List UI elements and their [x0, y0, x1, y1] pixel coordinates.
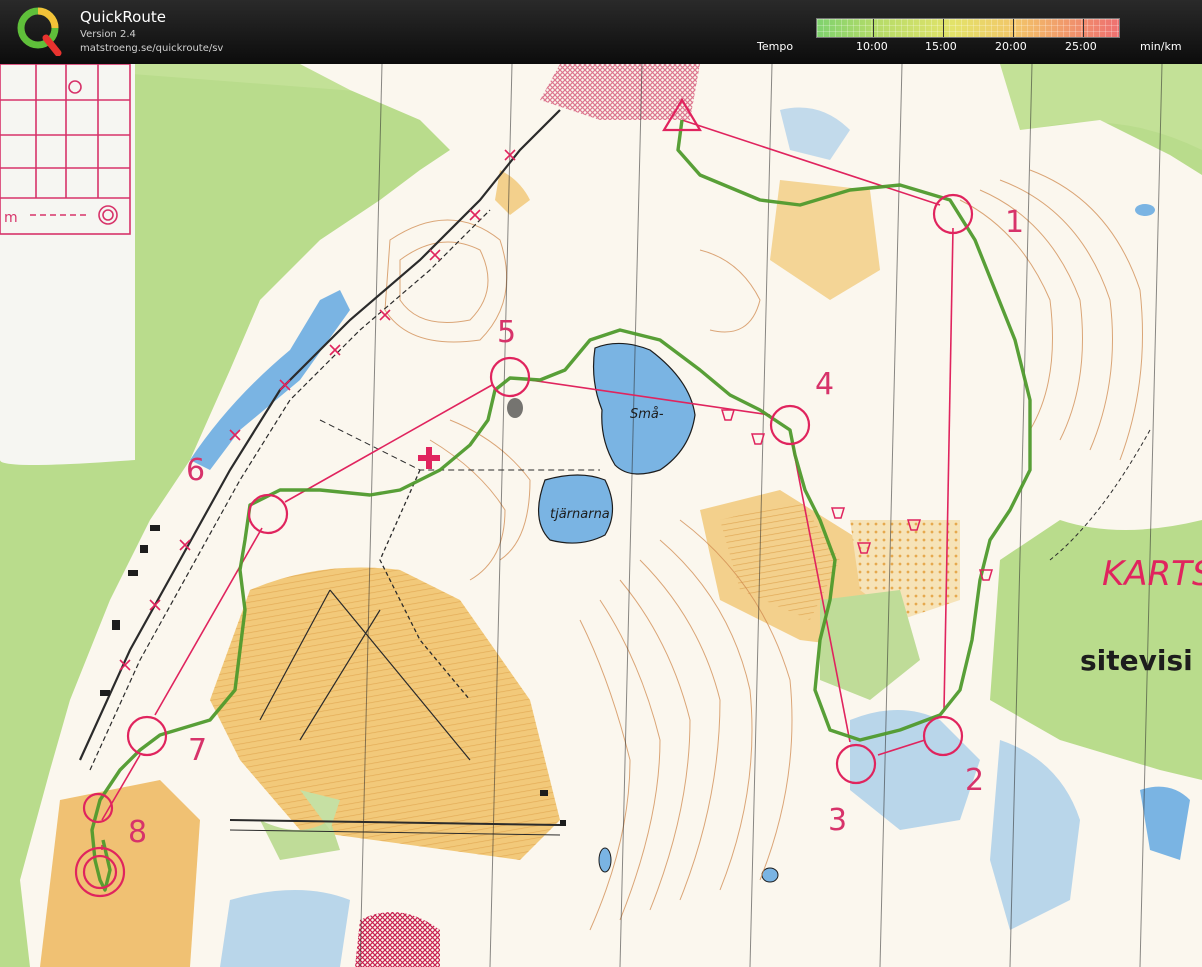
orienteering-map[interactable]: m 1 2 3 4 5 6 7 8 Små- tjärnarna KART si…: [0, 64, 1202, 967]
tempo-color-scale: [816, 18, 1120, 38]
control-number-4: 4: [815, 367, 834, 402]
tempo-tick-label: 10:00: [856, 40, 888, 53]
tempo-tick-label: 25:00: [1065, 40, 1097, 53]
tempo-label: Tempo: [757, 40, 794, 53]
quickroute-logo-icon: [17, 7, 62, 56]
app-version: Version 2.4: [80, 29, 136, 40]
app-url: matstroeng.se/quickroute/sv: [80, 43, 224, 54]
control-number-5: 5: [497, 315, 516, 350]
control-number-3: 3: [828, 803, 847, 838]
legend-label: m: [4, 210, 18, 226]
app-title: QuickRoute: [80, 8, 166, 26]
control-number-8: 8: [128, 815, 147, 850]
tempo-tick-label: 15:00: [925, 40, 957, 53]
control-number-2: 2: [965, 763, 984, 798]
tempo-unit: min/km: [1140, 40, 1182, 53]
tempo-tick-label: 20:00: [995, 40, 1027, 53]
legend-card: m: [0, 64, 135, 465]
app-header: QuickRoute Version 2.4 matstroeng.se/qui…: [0, 0, 1202, 64]
map-canvas[interactable]: m 1 2 3 4 5 6 7 8 Små- tjärnarna KART si…: [0, 64, 1202, 967]
control-number-7: 7: [188, 733, 207, 768]
sponsor-text-karts: KARTS: [1102, 554, 1202, 594]
control-number-1: 1: [1005, 205, 1024, 240]
control-number-6: 6: [186, 453, 205, 488]
lake-label-tjarnarna: tjärnarna: [550, 507, 610, 522]
sponsor-text-sitevision: sitevisi: [1080, 644, 1193, 677]
lake-label-sma: Små-: [630, 407, 664, 422]
